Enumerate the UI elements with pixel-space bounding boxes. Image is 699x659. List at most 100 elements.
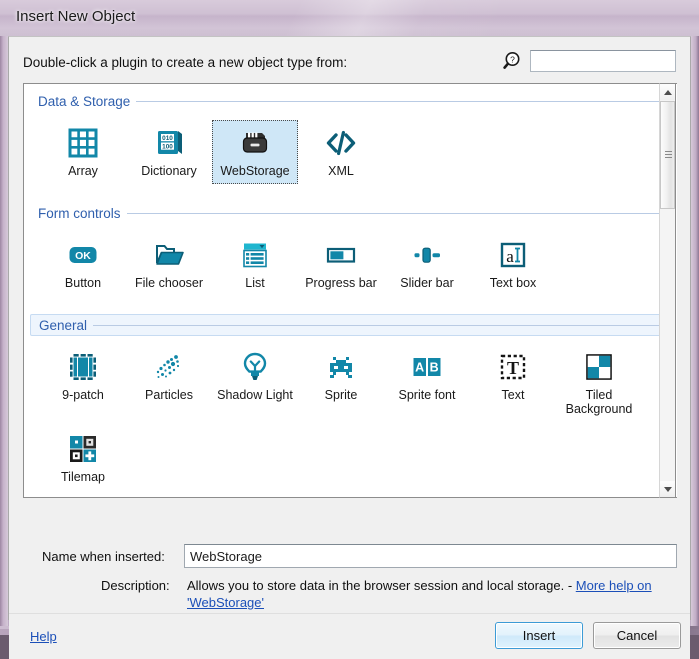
plugin-label: Tilemap <box>61 470 105 484</box>
section-title: General <box>31 318 93 333</box>
plugin-label: Tiled Background <box>559 388 639 416</box>
plugin-label: Slider bar <box>400 276 454 290</box>
plugin-label: Shadow Light <box>217 388 293 402</box>
section-title: Form controls <box>30 206 127 221</box>
progress-bar-icon <box>324 238 358 276</box>
plugin-grid: Array 010 100 Dictionary WebStorage XML <box>24 112 677 188</box>
plugin-label: Dictionary <box>141 164 197 178</box>
svg-text:?: ? <box>510 54 515 64</box>
svg-text:010: 010 <box>162 135 173 142</box>
window-frame-right <box>691 36 699 628</box>
nine-patch-icon <box>66 350 100 388</box>
text-box-icon: a <box>496 238 530 276</box>
scrollbar-thumb[interactable] <box>660 101 675 209</box>
plugin-item-button[interactable]: OK Button <box>40 232 126 296</box>
tilemap-icon <box>66 432 100 470</box>
grid-icon <box>66 126 100 164</box>
dropdown-list-icon <box>238 238 272 276</box>
plugin-label: Text <box>502 388 525 402</box>
description-body: Allows you to store data in the browser … <box>187 578 576 593</box>
insert-button[interactable]: Insert <box>495 622 583 649</box>
space-invader-icon <box>324 350 358 388</box>
plugin-grid: 9-patch Particles Shadow Light Sprite A <box>24 336 677 494</box>
plugin-label: 9-patch <box>62 388 104 402</box>
particles-icon <box>152 350 186 388</box>
plugin-label: Particles <box>145 388 193 402</box>
text-t-icon: T <box>496 350 530 388</box>
scroll-down-button[interactable] <box>660 481 675 497</box>
section-rule <box>136 101 665 102</box>
svg-text:A: A <box>415 361 424 375</box>
section-rule <box>93 325 664 326</box>
plugin-label: XML <box>328 164 354 178</box>
plugin-item-9-patch[interactable]: 9-patch <box>40 344 126 420</box>
chevron-down-icon <box>664 487 672 492</box>
plugin-item-text[interactable]: T Text <box>470 344 556 420</box>
plugin-list-panel: Data & Storage Array 010 100 Dictionary W… <box>23 83 677 498</box>
folder-open-icon <box>152 238 186 276</box>
search-icon[interactable]: ? <box>503 50 525 72</box>
plugin-item-file-chooser[interactable]: File chooser <box>126 232 212 296</box>
search-area: ? <box>503 50 676 72</box>
svg-text:OK: OK <box>75 250 91 262</box>
lightbulb-icon <box>238 350 272 388</box>
plugin-label: Array <box>68 164 98 178</box>
plugin-item-sprite-font[interactable]: A BSprite font <box>384 344 470 420</box>
plugin-label: Sprite font <box>399 388 456 402</box>
prompt-label: Double-click a plugin to create a new ob… <box>23 55 347 70</box>
section-header-form-controls[interactable]: Form controls <box>30 202 669 224</box>
plugin-item-slider-bar[interactable]: Slider bar <box>384 232 470 296</box>
plugin-label: Progress bar <box>305 276 377 290</box>
description-label: Description: <box>101 578 170 593</box>
dialog-client-area: Double-click a plugin to create a new ob… <box>8 36 691 620</box>
plugin-label: List <box>245 276 264 290</box>
title-bar[interactable]: Insert New Object <box>0 0 699 36</box>
plugin-item-xml[interactable]: XML <box>298 120 384 184</box>
svg-text:100: 100 <box>162 144 173 151</box>
plugin-item-tiled-background[interactable]: Tiled Background <box>556 344 642 420</box>
name-when-inserted-input[interactable] <box>184 544 677 568</box>
plugin-label: Text box <box>490 276 537 290</box>
sprite-font-ab-icon: A B <box>410 350 444 388</box>
section-header-data-storage[interactable]: Data & Storage <box>30 90 669 112</box>
plugin-item-tilemap[interactable]: Tilemap <box>40 426 126 490</box>
window-frame-left <box>0 36 8 628</box>
plugin-list-scrollbar[interactable] <box>659 83 676 498</box>
help-link[interactable]: Help <box>30 629 57 644</box>
checkerboard-icon <box>582 350 616 388</box>
plugin-item-shadow-light[interactable]: Shadow Light <box>212 344 298 420</box>
plugin-grid: OKButton File chooser List Progress bar … <box>24 224 677 300</box>
scroll-up-button[interactable] <box>660 84 675 100</box>
web-storage-icon <box>238 126 272 164</box>
window-title: Insert New Object <box>16 8 135 25</box>
plugin-item-progress-bar[interactable]: Progress bar <box>298 232 384 296</box>
plugin-item-webstorage[interactable]: WebStorage <box>212 120 298 184</box>
plugin-label: Sprite <box>325 388 358 402</box>
plugin-label: WebStorage <box>220 164 289 178</box>
name-when-inserted-label: Name when inserted: <box>42 549 165 564</box>
plugin-item-text-box[interactable]: a Text box <box>470 232 556 296</box>
dialog-window: Insert New Object Double-click a plugin … <box>0 0 699 635</box>
plugin-label: Button <box>65 276 101 290</box>
section-rule <box>127 213 665 214</box>
plugin-item-array[interactable]: Array <box>40 120 126 184</box>
plugin-label: File chooser <box>135 276 203 290</box>
plugin-item-list[interactable]: List <box>212 232 298 296</box>
dialog-footer: Help Insert Cancel <box>9 614 690 659</box>
ok-button-icon: OK <box>66 238 100 276</box>
plugin-item-particles[interactable]: Particles <box>126 344 212 420</box>
section-title: Data & Storage <box>30 94 136 109</box>
section-header-general[interactable]: General <box>30 314 669 336</box>
cancel-button[interactable]: Cancel <box>593 622 681 649</box>
code-brackets-icon <box>324 126 358 164</box>
search-input[interactable] <box>530 50 676 72</box>
plugin-item-dictionary[interactable]: 010 100 Dictionary <box>126 120 212 184</box>
scrollbar-grip-icon <box>665 151 672 158</box>
slider-bar-icon <box>410 238 444 276</box>
plugin-item-sprite[interactable]: Sprite <box>298 344 384 420</box>
svg-text:T: T <box>507 358 519 378</box>
plugin-list-content: Data & Storage Array 010 100 Dictionary W… <box>24 84 677 498</box>
description-text: Allows you to store data in the browser … <box>187 577 677 611</box>
chevron-up-icon <box>664 90 672 95</box>
svg-text:a: a <box>506 247 514 266</box>
